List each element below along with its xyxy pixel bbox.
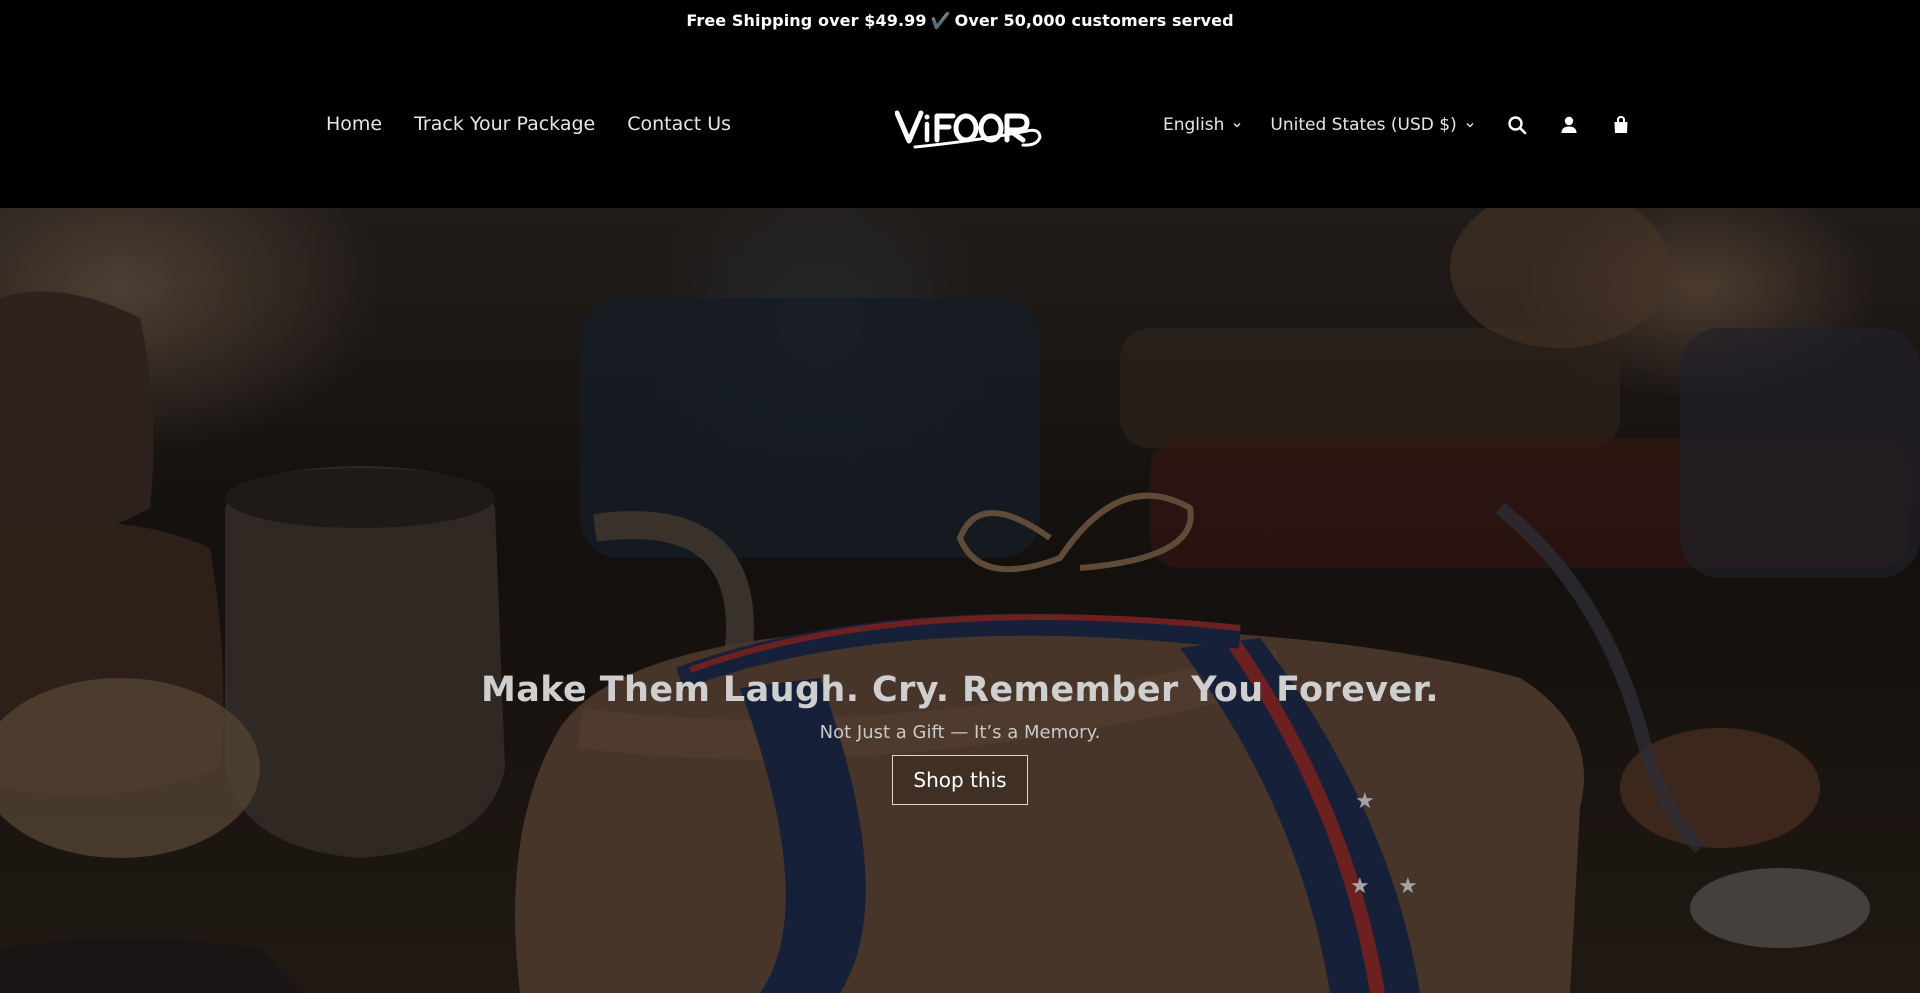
header-utilities: English United States (USD $) <box>1163 113 1633 137</box>
country-label: United States (USD $) <box>1270 115 1457 135</box>
hero-title: Make Them Laugh. Cry. Remember You Forev… <box>481 670 1439 710</box>
check-icon: ✔️ <box>930 11 951 30</box>
site-header: Home Track Your Package Contact Us Engli… <box>0 41 1920 208</box>
language-label: English <box>1163 115 1225 135</box>
chevron-down-icon <box>1233 123 1241 128</box>
vifoor-logo-mark <box>894 110 1042 149</box>
account-icon[interactable] <box>1557 113 1581 137</box>
country-selector[interactable]: United States (USD $) <box>1270 115 1474 135</box>
language-selector[interactable]: English <box>1163 115 1242 135</box>
announcement-bar: Free Shipping over $49.99 ✔️ Over 50,000… <box>0 0 1920 41</box>
header-icons <box>1505 113 1633 137</box>
nav-contact-link[interactable]: Contact Us <box>627 113 731 135</box>
cart-icon[interactable] <box>1609 113 1633 137</box>
announcement-customers-text: Over 50,000 customers served <box>954 11 1234 30</box>
hero-content: Make Them Laugh. Cry. Remember You Forev… <box>0 670 1920 805</box>
vifoor-logo[interactable] <box>894 107 1043 153</box>
search-icon[interactable] <box>1505 113 1529 137</box>
main-nav: Home Track Your Package Contact Us <box>326 113 731 135</box>
announcement-shipping-text: Free Shipping over $49.99 <box>686 11 927 30</box>
hero-subtitle: Not Just a Gift — It’s a Memory. <box>819 722 1101 743</box>
nav-home-link[interactable]: Home <box>326 113 382 135</box>
chevron-down-icon <box>1466 123 1474 128</box>
shop-this-button[interactable]: Shop this <box>892 755 1028 805</box>
hero-overlay <box>0 208 1920 993</box>
hero-banner: ★ ★ ★ Make Them Laugh. Cry. Remember You… <box>0 208 1920 993</box>
nav-track-package-link[interactable]: Track Your Package <box>414 113 595 135</box>
